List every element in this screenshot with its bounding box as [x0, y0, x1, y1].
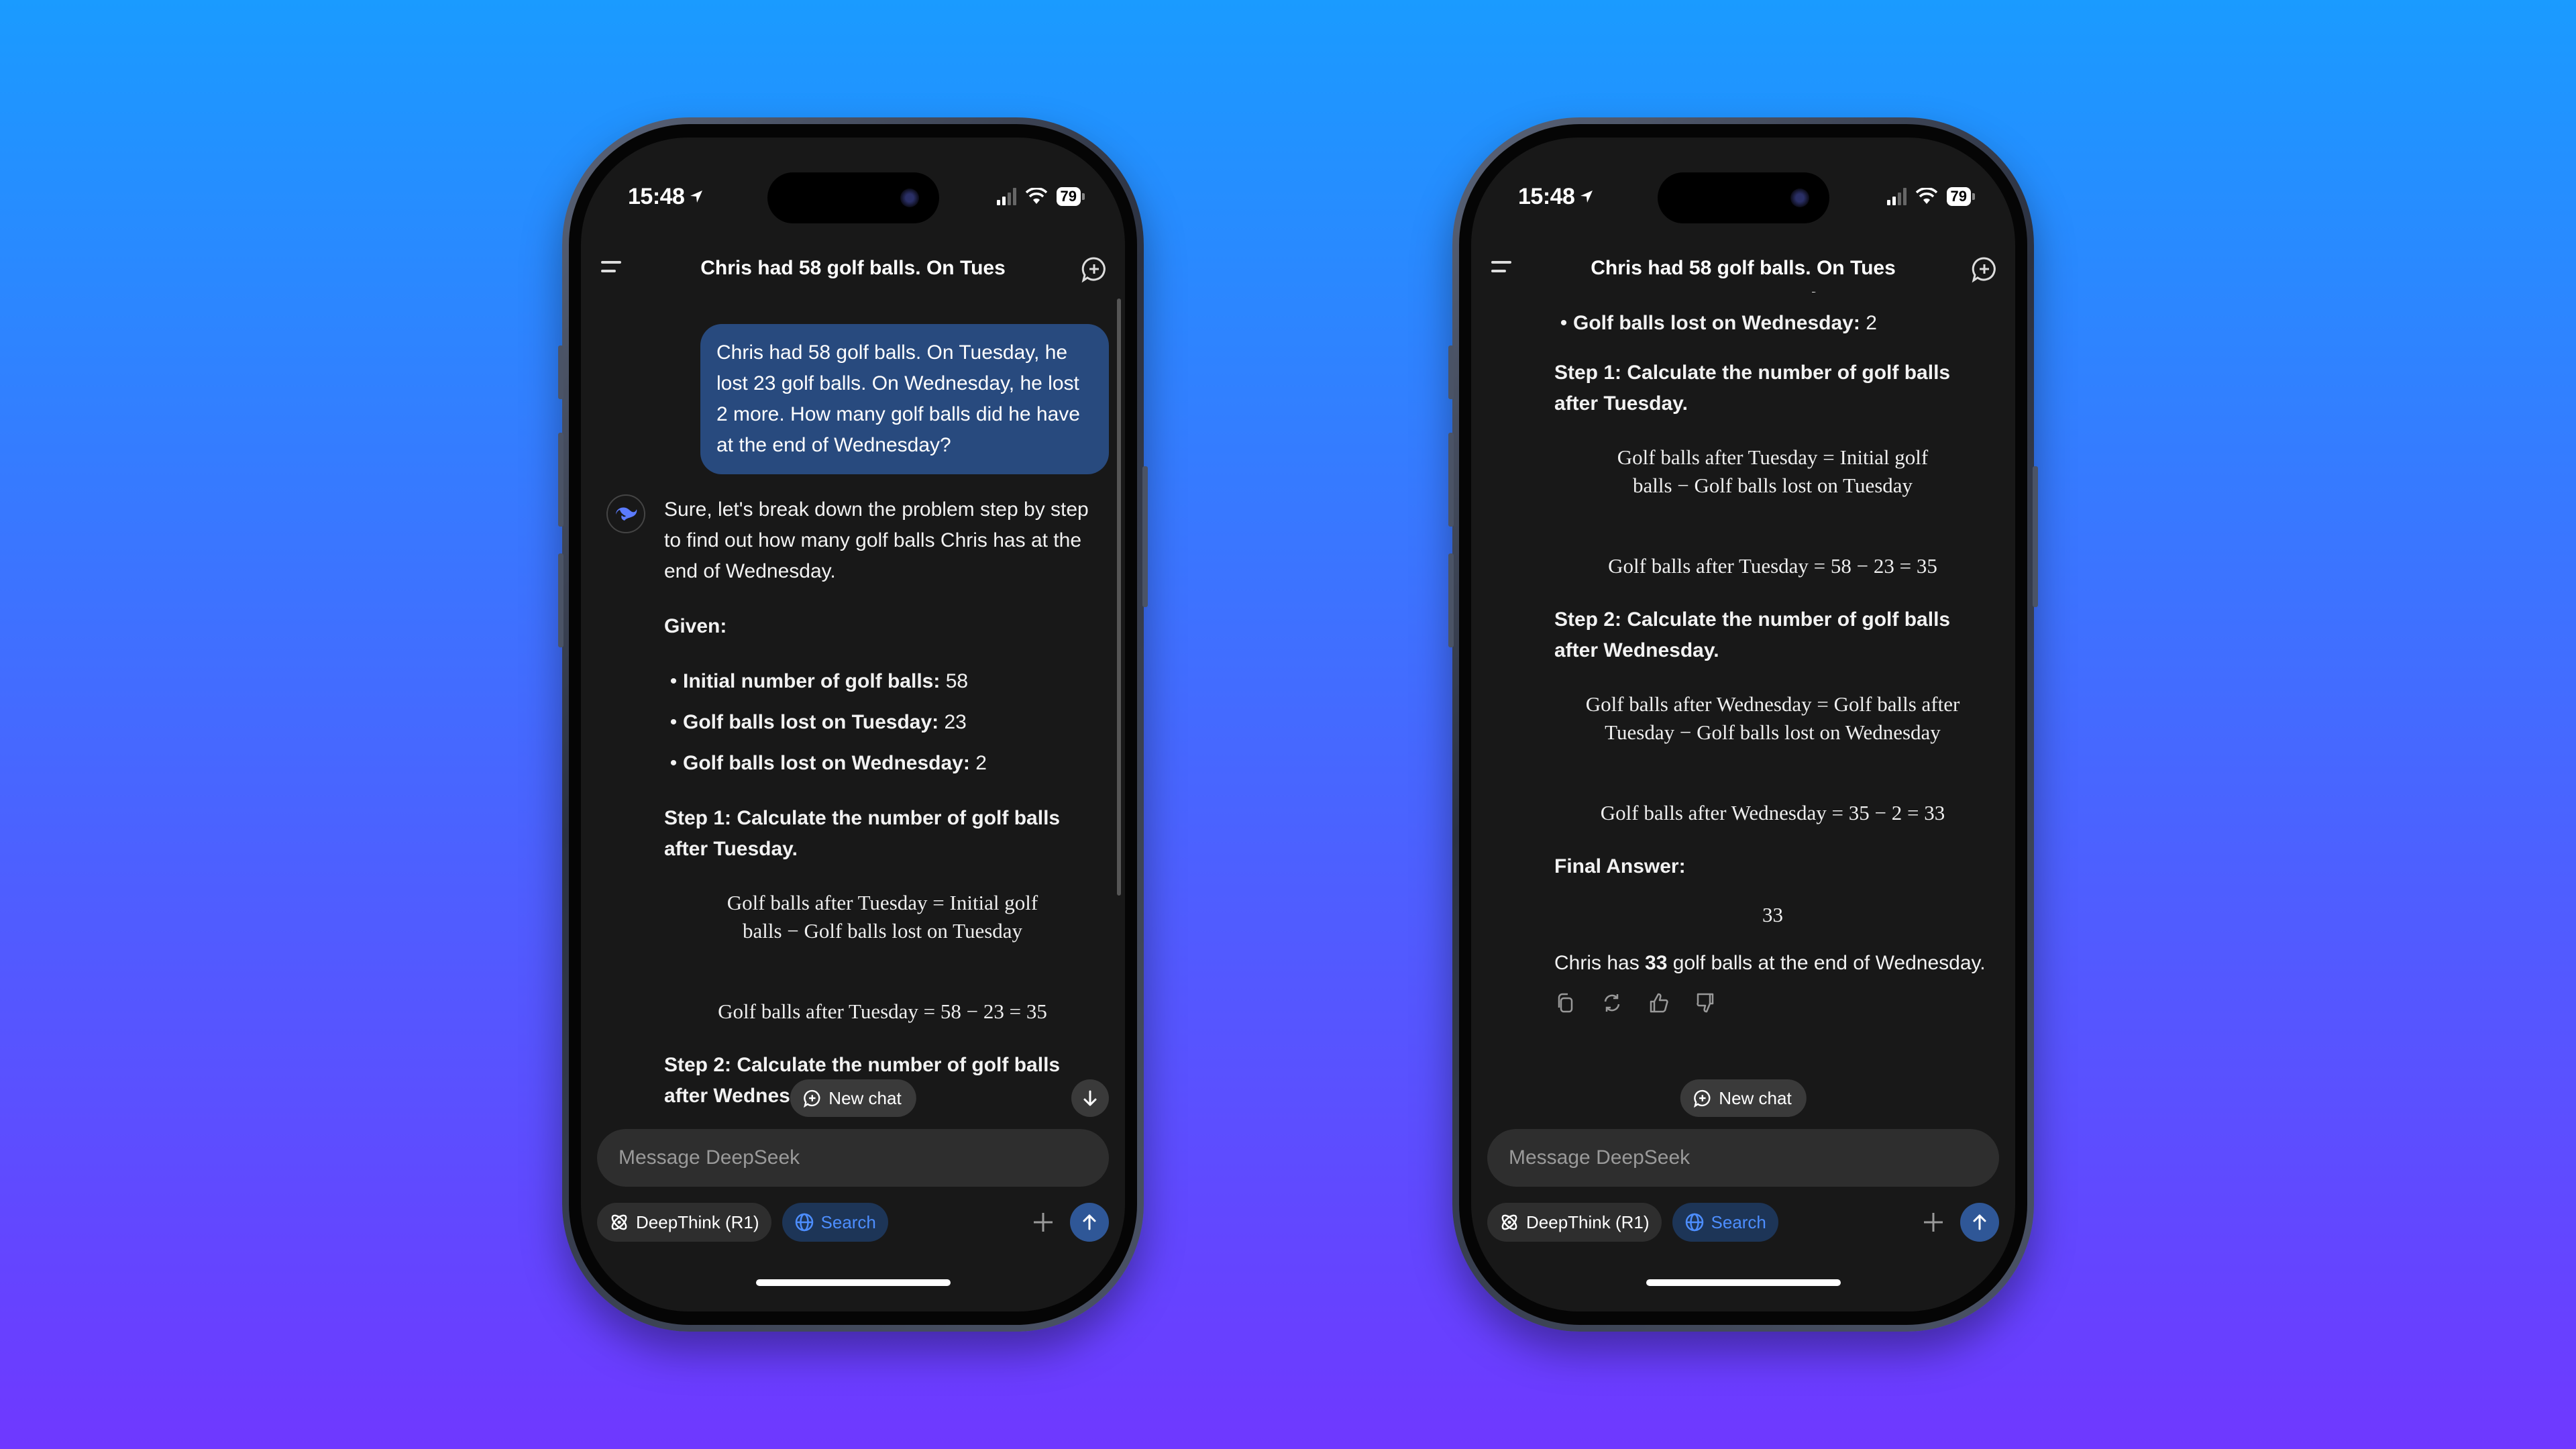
deepseek-avatar [606, 494, 645, 533]
message-actions [1554, 992, 1991, 1014]
attach-button[interactable] [1027, 1206, 1059, 1238]
new-chat-icon[interactable] [1079, 254, 1109, 284]
arrow-up-icon [1083, 1214, 1096, 1230]
list-item: Golf balls lost on Wednesday: 2 [664, 748, 1101, 779]
arrow-up-icon [1973, 1214, 1986, 1230]
chat-header: Chris had 58 golf balls. On Tues [1471, 245, 2015, 292]
send-button[interactable] [1960, 1203, 1999, 1242]
screen: 15:48 79 Chris had 58 golf balls. On Tue… [1471, 138, 2015, 1311]
thumbs-up-icon[interactable] [1648, 992, 1670, 1014]
thumbs-down-icon[interactable] [1695, 992, 1717, 1014]
location-arrow-icon [690, 191, 703, 203]
cellular-signal-icon [996, 188, 1016, 205]
status-bar: 15:48 79 [1518, 176, 1975, 217]
status-time: 15:48 [628, 184, 704, 210]
list-item: Golf balls lost on Tuesday: 23 [664, 707, 1101, 738]
assistant-message: Golf balls lost on Tuesday: 23 Golf ball… [1497, 282, 1991, 1014]
conclusion: Chris has 33 golf balls at the end of We… [1554, 952, 1986, 974]
chat-header: Chris had 58 golf balls. On Tues [581, 245, 1125, 292]
chat-content: Golf balls lost on Tuesday: 23 Golf ball… [1471, 282, 2015, 1124]
wifi-icon [1025, 188, 1047, 204]
step1-formula: Golf balls after Tuesday = Initial golf … [727, 891, 1038, 943]
menu-icon[interactable] [601, 261, 621, 277]
new-chat-icon[interactable] [1970, 254, 1999, 284]
chat-title: Chris had 58 golf balls. On Tues [700, 257, 1006, 279]
battery-level: 79 [1056, 187, 1081, 206]
home-indicator[interactable] [1646, 1279, 1841, 1286]
battery-level: 79 [1946, 187, 1971, 206]
attach-button[interactable] [1917, 1206, 1949, 1238]
step1-heading: Step 1: Calculate the number of golf bal… [664, 807, 1061, 860]
user-message: Chris had 58 golf balls. On Tuesday, he … [700, 324, 1109, 474]
assistant-intro: Sure, let's break down the problem step … [664, 498, 1089, 582]
given-label: Given: [664, 615, 727, 637]
regenerate-icon[interactable] [1601, 992, 1623, 1014]
floating-actions: New chat [581, 1079, 1125, 1117]
plus-icon [1924, 1213, 1943, 1232]
globe-icon [1685, 1213, 1703, 1232]
final-answer-label: Final Answer: [1554, 855, 1686, 877]
globe-icon [795, 1213, 813, 1232]
step2-formula: Golf balls after Wednesday = Golf balls … [1585, 692, 1960, 744]
wifi-icon [1915, 188, 1937, 204]
power-button [1142, 466, 1148, 607]
new-chat-button[interactable]: New chat [1680, 1079, 1807, 1117]
phone-left: 15:48 79 Chris had 58 golf balls. On Tue… [558, 117, 1148, 1332]
send-button[interactable] [1070, 1203, 1109, 1242]
assistant-message: Sure, let's break down the problem step … [606, 494, 1101, 1124]
atom-icon [611, 1214, 627, 1230]
volume-up-button [1448, 433, 1454, 527]
message-input[interactable] [1507, 1146, 1999, 1170]
message-input[interactable] [617, 1146, 1109, 1170]
chat-title: Chris had 58 golf balls. On Tues [1591, 257, 1896, 279]
arrow-down-icon [1083, 1090, 1097, 1106]
step1-heading: Step 1: Calculate the number of golf bal… [1554, 362, 1951, 415]
composer-toolbar: DeepThink (R1) Search [1487, 1203, 1999, 1242]
location-arrow-icon [1580, 191, 1593, 203]
atom-icon [1501, 1214, 1517, 1230]
action-button [1448, 345, 1454, 399]
new-chat-icon [1693, 1089, 1710, 1108]
step1-result: Golf balls after Tuesday = 58 − 23 = 35 [718, 1000, 1047, 1023]
volume-down-button [558, 553, 564, 647]
volume-down-button [1448, 553, 1454, 647]
floating-actions: New chat [1471, 1079, 2015, 1117]
home-indicator[interactable] [755, 1279, 951, 1286]
status-time: 15:48 [1518, 184, 1595, 210]
battery-icon: 79 [1946, 187, 1975, 206]
search-toggle[interactable]: Search [782, 1203, 888, 1242]
list-item: Golf balls lost on Wednesday: 2 [1554, 308, 1991, 339]
final-answer-value: 33 [1762, 903, 1783, 926]
new-chat-button[interactable]: New chat [790, 1079, 916, 1117]
search-toggle[interactable]: Search [1672, 1203, 1778, 1242]
scroll-to-bottom-button[interactable] [1071, 1079, 1109, 1117]
power-button [2033, 466, 2038, 607]
deepthink-toggle[interactable]: DeepThink (R1) [1487, 1203, 1662, 1242]
given-list: Initial number of golf balls: 58 Golf ba… [664, 666, 1101, 779]
screen: 15:48 79 Chris had 58 golf balls. On Tue… [581, 138, 1125, 1311]
battery-icon: 79 [1056, 187, 1085, 206]
step1-formula: Golf balls after Tuesday = Initial golf … [1617, 445, 1929, 497]
message-input-container [597, 1129, 1109, 1187]
volume-up-button [558, 433, 564, 527]
copy-icon[interactable] [1554, 992, 1576, 1014]
step2-heading: Step 2: Calculate the number of golf bal… [1554, 608, 1951, 661]
message-input-container [1487, 1129, 1999, 1187]
step2-result: Golf balls after Wednesday = 35 − 2 = 33 [1600, 801, 1945, 824]
menu-icon[interactable] [1491, 261, 1511, 277]
phone-right: 15:48 79 Chris had 58 golf balls. On Tue… [1448, 117, 2038, 1332]
composer-toolbar: DeepThink (R1) Search [597, 1203, 1109, 1242]
deepseek-whale-icon [616, 507, 637, 521]
list-item: Initial number of golf balls: 58 [664, 666, 1101, 697]
plus-icon [1034, 1213, 1053, 1232]
new-chat-icon [803, 1089, 820, 1108]
action-button [558, 345, 564, 399]
status-bar: 15:48 79 [628, 176, 1085, 217]
chat-content: Chris had 58 golf balls. On Tuesday, he … [581, 292, 1125, 1124]
cellular-signal-icon [1886, 188, 1907, 205]
step1-result: Golf balls after Tuesday = 58 − 23 = 35 [1608, 554, 1937, 578]
deepthink-toggle[interactable]: DeepThink (R1) [597, 1203, 771, 1242]
